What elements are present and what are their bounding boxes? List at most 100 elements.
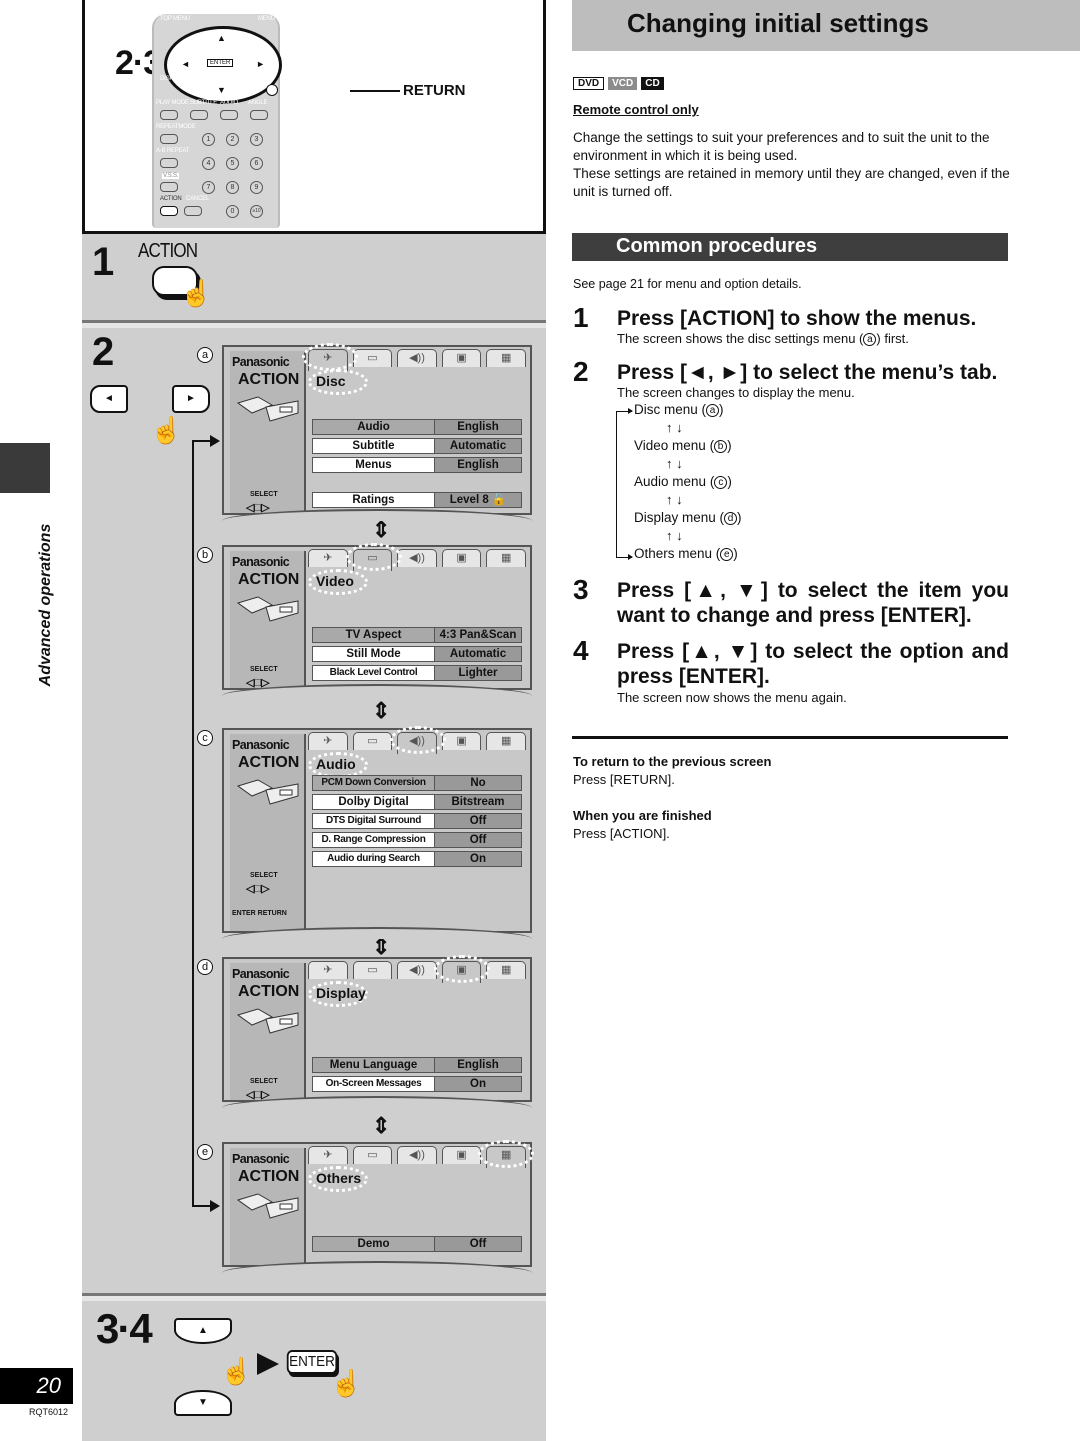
setting-row[interactable]: Menu Language English [312, 1057, 522, 1073]
setting-value: Level 8 🔓 [435, 493, 521, 507]
tab-speaker-icon[interactable]: ◀)) [397, 961, 437, 979]
play-mode-key[interactable] [160, 110, 178, 120]
badge-cd: CD [641, 77, 664, 90]
down-key[interactable]: ▼ [217, 85, 226, 95]
screen-action-label: ACTION [238, 1168, 300, 1185]
tab-video-screen-icon[interactable]: ▭ [352, 349, 393, 367]
circled-letter: a [863, 333, 877, 346]
step-heading: Press [ACTION] to show the menus. [617, 307, 977, 330]
tab-others-blocks-icon[interactable]: ▦ [486, 961, 526, 979]
setting-row[interactable]: Audio during Search On [312, 851, 522, 867]
others-blocks-icon: ▦ [500, 352, 512, 364]
angle-key[interactable] [250, 110, 268, 120]
tab-others-blocks-icon[interactable]: ▦ [486, 732, 526, 750]
number-key[interactable]: 1 [202, 133, 215, 146]
screen-letter-label: e [197, 1144, 213, 1160]
return-key[interactable] [266, 84, 278, 96]
speaker-icon: ◀)) [409, 964, 425, 976]
left-key[interactable]: ◄ [181, 59, 190, 69]
setting-row[interactable]: DTS Digital Surround Off [312, 813, 522, 829]
right-key[interactable]: ► [256, 59, 265, 69]
setting-label: Audio [313, 420, 435, 434]
speaker-icon: ◀)) [409, 1149, 425, 1161]
up-down-arrows-icon: ↑ ↓ [666, 456, 683, 471]
dvd-player-icon [236, 596, 299, 622]
vss-key[interactable] [160, 182, 178, 192]
remote-label-ab-repeat: A-B REPEAT [156, 148, 190, 154]
pressing-hand-icon: ☝ [180, 278, 213, 308]
tab-speaker-icon[interactable]: ◀)) [397, 549, 437, 567]
desc-text: ) first. [876, 331, 909, 346]
subtitle-key[interactable] [190, 110, 208, 120]
setting-row[interactable]: On-Screen Messages On [312, 1076, 522, 1092]
number-key[interactable]: 2 [226, 133, 239, 146]
divider-rule [572, 736, 1008, 739]
number-key[interactable]: 7 [202, 181, 215, 194]
tab-others-blocks-icon[interactable]: ▦ [486, 549, 526, 567]
setting-value: Lighter [435, 666, 521, 680]
menu-cycle-line-top [192, 440, 212, 442]
tab-disc-icon[interactable]: ✈ [308, 732, 348, 750]
circled-letter: a [706, 404, 720, 417]
number-key[interactable]: ≥10 [250, 205, 263, 218]
step-description: The screen shows the disc settings menu … [617, 331, 909, 346]
badge-dvd: DVD [573, 77, 605, 90]
tab-video-screen-icon[interactable]: ▭ [352, 732, 393, 750]
cancel-key[interactable] [184, 206, 202, 216]
setting-value: English [435, 420, 521, 434]
setting-row[interactable]: Ratings Level 8 🔓 [312, 492, 522, 508]
tab-video-screen-icon[interactable]: ▭ [352, 1146, 393, 1164]
dvd-player-icon [236, 396, 299, 422]
ab-repeat-key[interactable] [160, 158, 178, 168]
setting-row[interactable]: Audio English [312, 419, 522, 435]
number-key[interactable]: 4 [202, 157, 215, 170]
step-number: 1 [573, 302, 589, 333]
tab-others-blocks-icon[interactable]: ▦ [486, 349, 526, 367]
cycle-item: Disc menu (a) [634, 402, 724, 417]
cycle-item: Others menu (e) [634, 546, 738, 561]
up-key[interactable]: ▲ [217, 33, 226, 43]
tab-display-icon[interactable]: ▣ [441, 549, 482, 567]
up-down-arrow-icon: ⇕ [372, 934, 391, 959]
tab-disc-icon[interactable]: ✈ [308, 549, 348, 567]
number-key[interactable]: 8 [226, 181, 239, 194]
audio-key[interactable] [220, 110, 238, 120]
tab-speaker-icon[interactable]: ◀)) [397, 349, 437, 367]
tab-display-icon[interactable]: ▣ [441, 1146, 482, 1164]
setting-row[interactable]: Black Level Control Lighter [312, 665, 522, 681]
screen-action-label: ACTION [238, 571, 300, 588]
tab-video-screen-icon[interactable]: ▭ [352, 961, 393, 979]
setting-row[interactable]: TV Aspect 4:3 Pan&Scan [312, 627, 522, 643]
dvd-player-icon [236, 1008, 299, 1034]
tab-disc-icon[interactable]: ✈ [308, 1146, 348, 1164]
setting-row[interactable]: Menus English [312, 457, 522, 473]
number-key[interactable]: 0 [226, 205, 239, 218]
repeat-mode-key[interactable] [160, 134, 178, 144]
number-key[interactable]: 6 [250, 157, 263, 170]
setting-row[interactable]: D. Range Compression Off [312, 832, 522, 848]
setting-row[interactable]: Demo Off [312, 1236, 522, 1252]
tab-speaker-icon[interactable]: ◀)) [397, 1146, 437, 1164]
setting-row[interactable]: Dolby Digital Bitstream [312, 794, 522, 810]
menu-cycle-line-bottom [192, 1205, 212, 1207]
circled-letter: e [720, 548, 734, 561]
number-key[interactable]: 9 [250, 181, 263, 194]
leader-line-return [350, 90, 400, 92]
setting-row[interactable]: Still Mode Automatic [312, 646, 522, 662]
tab-display-icon[interactable]: ▣ [441, 349, 482, 367]
number-key[interactable]: 5 [226, 157, 239, 170]
setting-row[interactable]: PCM Down Conversion No [312, 775, 522, 791]
enter-key[interactable]: ENTER [207, 59, 234, 67]
screen-letter-label: b [197, 547, 213, 563]
tab-display-icon[interactable]: ▣ [441, 732, 482, 750]
down-arrow-key: ▼ [174, 1390, 232, 1416]
desc-text: The screen shows the disc settings menu … [617, 331, 864, 346]
cycle-item-name: Display menu [634, 510, 716, 525]
tab-disc-icon[interactable]: ✈ [308, 961, 348, 979]
number-key[interactable]: 3 [250, 133, 263, 146]
action-key[interactable] [160, 206, 178, 216]
setting-row[interactable]: Subtitle Automatic [312, 438, 522, 454]
remote-label-subtitle: SUBTITLE [190, 100, 218, 106]
pressing-hand-icon: ☝ [150, 415, 183, 445]
others-blocks-icon: ▦ [500, 735, 512, 747]
